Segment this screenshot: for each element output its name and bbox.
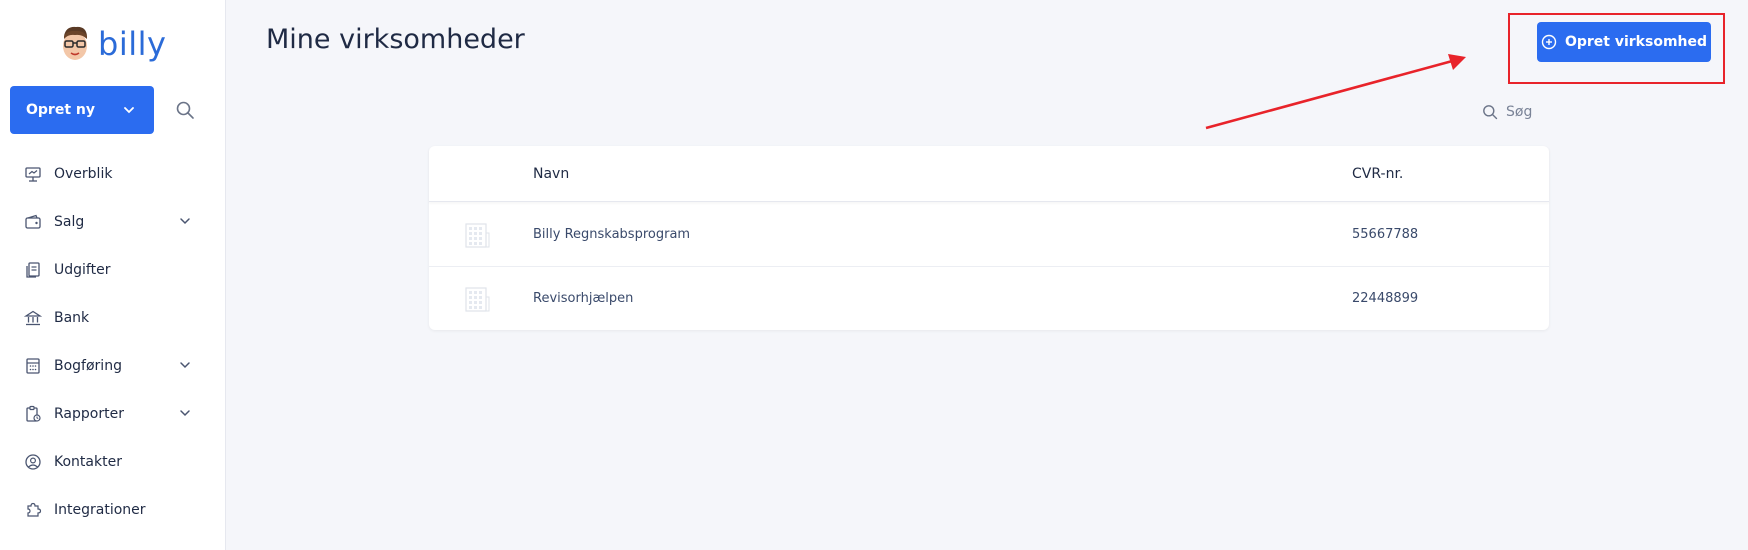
sidebar-item-label: Rapporter <box>54 406 124 422</box>
company-name: Revisorhjælpen <box>533 291 634 306</box>
sidebar-item-label: Bogføring <box>54 358 122 374</box>
wallet-icon <box>25 214 41 229</box>
presentation-icon <box>25 167 41 182</box>
chevron-down-icon[interactable] <box>178 214 192 228</box>
create-new-button[interactable]: Opret ny <box>10 86 154 134</box>
table-header: Navn CVR-nr. <box>429 146 1549 202</box>
table-row[interactable]: Revisorhjælpen 22448899 <box>429 267 1549 331</box>
sidebar-item-integrationer[interactable]: Integrationer <box>0 486 226 534</box>
company-search[interactable]: Søg <box>1482 104 1532 120</box>
building-icon <box>465 223 490 248</box>
company-name: Billy Regnskabsprogram <box>533 227 691 242</box>
billy-logo[interactable]: billy <box>58 22 166 66</box>
column-header-cvr[interactable]: CVR-nr. <box>1352 166 1403 182</box>
chevron-down-icon <box>124 107 134 114</box>
chevron-down-icon[interactable] <box>178 406 192 420</box>
sidebar-nav: Overblik Salg Udgifter Bank Bogføring Ra… <box>0 150 226 534</box>
create-new-label: Opret ny <box>26 102 95 118</box>
sidebar-item-kontakter[interactable]: Kontakter <box>0 438 226 486</box>
calculator-icon <box>26 358 40 374</box>
companies-table: Navn CVR-nr. Billy Regnskabsprogram 5566… <box>429 146 1549 330</box>
sidebar-item-overblik[interactable]: Overblik <box>0 150 226 198</box>
search-icon <box>1483 105 1498 120</box>
company-cvr: 55667788 <box>1352 227 1419 242</box>
sidebar-item-udgifter[interactable]: Udgifter <box>0 246 226 294</box>
building-icon <box>465 287 490 312</box>
search-icon[interactable] <box>175 100 195 120</box>
column-header-name[interactable]: Navn <box>533 166 569 182</box>
user-circle-icon <box>25 454 41 470</box>
sidebar-item-rapporter[interactable]: Rapporter <box>0 390 226 438</box>
highlight-annotation-box <box>1508 13 1725 84</box>
sidebar-item-label: Integrationer <box>54 502 146 518</box>
sidebar-item-label: Bank <box>54 310 90 326</box>
sidebar-item-bogforing[interactable]: Bogføring <box>0 342 226 390</box>
sidebar: billy Opret ny Overblik Salg Udgifter Ba… <box>0 0 226 550</box>
sidebar-item-label: Overblik <box>54 166 113 182</box>
bank-icon <box>24 310 42 326</box>
sidebar-item-label: Salg <box>54 214 85 230</box>
company-cvr: 22448899 <box>1352 291 1419 306</box>
report-icon <box>26 405 41 422</box>
page-title: Mine virksomheder <box>266 24 525 55</box>
annotation-arrow <box>1205 54 1466 130</box>
puzzle-icon <box>27 502 42 517</box>
billy-face-icon <box>63 26 87 60</box>
receipts-icon <box>26 262 40 278</box>
sidebar-item-label: Udgifter <box>54 262 111 278</box>
table-row[interactable]: Billy Regnskabsprogram 55667788 <box>429 203 1549 267</box>
sidebar-item-salg[interactable]: Salg <box>0 198 226 246</box>
sidebar-item-bank[interactable]: Bank <box>0 294 226 342</box>
logo-text: billy <box>98 25 167 63</box>
sidebar-item-label: Kontakter <box>54 454 122 470</box>
chevron-down-icon[interactable] <box>178 358 192 372</box>
search-placeholder: Søg <box>1506 104 1533 120</box>
